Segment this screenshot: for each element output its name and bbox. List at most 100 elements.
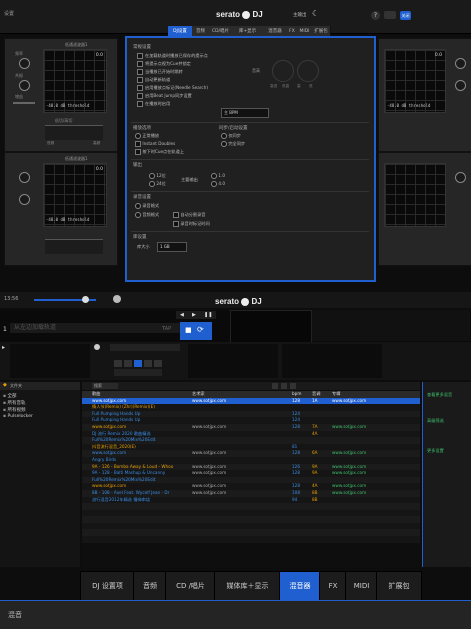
table-row[interactable]: Full%20Remix%20Mix%20Edit — [82, 437, 420, 444]
table-row[interactable]: Angry Birds — [82, 456, 420, 464]
view-icon[interactable] — [290, 383, 296, 389]
general-option[interactable]: 启用Beat Jump同步设置 — [137, 93, 192, 99]
general-option[interactable]: 在播放时启用 — [137, 101, 170, 107]
search-input[interactable]: 搜索 — [92, 383, 118, 389]
fx-knob[interactable] — [19, 172, 30, 183]
bottom-tab[interactable]: MIDI — [345, 571, 378, 601]
table-row[interactable]: DJ 流行 Remix 2020 歌曲精选 4A — [82, 430, 420, 438]
table-row[interactable]: www.sotjpx.com www.sotjpx.com 128 4A www.sot… — [82, 483, 420, 490]
loop-btn-active[interactable] — [134, 360, 142, 367]
bottom-tab[interactable]: 音频 — [133, 571, 167, 601]
loop-btn[interactable] — [114, 360, 122, 367]
lock-icon[interactable]: ■ — [185, 326, 192, 334]
volume-handle[interactable] — [82, 296, 89, 303]
bottom-tab[interactable]: CD /唱片 — [165, 571, 216, 601]
bottom-tab[interactable]: FX — [319, 571, 347, 601]
fx-range[interactable] — [45, 239, 103, 254]
checkbox[interactable] — [173, 212, 179, 218]
radio[interactable] — [211, 181, 217, 187]
view-icon[interactable] — [272, 383, 278, 389]
deck-title[interactable]: 从左边加载轨道 — [10, 323, 180, 333]
screen-icon[interactable] — [384, 11, 396, 19]
table-row[interactable]: Full Pumping Hands Up 124 — [82, 410, 420, 418]
column-header[interactable]: 歌曲 — [90, 391, 190, 398]
table-row[interactable]: 8B - 108 - Axel Feat. Wycelf Jean - Dr ww… — [82, 489, 420, 497]
general-option[interactable]: 将提示点视为Cue并锁定 — [137, 61, 191, 67]
table-row[interactable]: 9A - 126 - Bomba Away & Loud - Whoo www.s… — [82, 463, 420, 471]
radio[interactable] — [149, 173, 155, 179]
fx-knob[interactable] — [19, 58, 30, 69]
table-row[interactable]: 流行混音2012年精选 慢嗨串烧 94 8B — [82, 496, 420, 504]
fx-range[interactable] — [45, 125, 103, 140]
fx-knob[interactable] — [455, 58, 466, 69]
general-option[interactable]: 当播放已开始时跳转 — [137, 69, 183, 75]
table-row[interactable]: www.sotjpx.com www.sotjpx.com 128 1A www.sot… — [82, 397, 420, 405]
checkbox[interactable] — [137, 93, 143, 99]
pause-icon[interactable]: ❚❚ — [204, 312, 212, 318]
radio[interactable] — [135, 203, 141, 209]
fx-knob[interactable] — [455, 172, 466, 183]
play-icon[interactable]: ▶ — [192, 312, 196, 318]
checkbox[interactable] — [137, 61, 143, 67]
prev-icon[interactable]: ◀ — [180, 312, 184, 318]
radio[interactable] — [135, 133, 141, 139]
close-button[interactable]: 关闭 — [400, 11, 411, 20]
column-header[interactable]: 音调 — [310, 391, 330, 398]
option-select[interactable]: 主 BPM — [221, 108, 269, 118]
table-row[interactable]: 9A - 128 - Balti Mashup & Uncanny www.sot… — [82, 470, 420, 477]
checkbox[interactable] — [135, 149, 141, 155]
checkbox[interactable] — [137, 69, 143, 75]
radio[interactable] — [221, 133, 227, 139]
side-panel-item[interactable]: 查看更多混音 — [427, 392, 452, 398]
sidebar-item[interactable]: ▪ Pulselocker — [3, 414, 33, 419]
column-header[interactable]: 艺术家 — [190, 391, 290, 398]
checkbox[interactable] — [137, 53, 143, 59]
table-row[interactable]: Full%20Remix%20Mix%20Edit — [82, 476, 420, 484]
table-row[interactable]: www.sotjpx.com www.sotjpx.com 128 7A www.sot… — [82, 423, 420, 431]
loop-btn[interactable] — [144, 360, 152, 367]
view-icon[interactable] — [281, 383, 287, 389]
side-panel-item[interactable]: 更多设置 — [427, 448, 444, 454]
pitch-knob-2[interactable] — [297, 60, 319, 82]
table-row[interactable]: 情人节(Remix) (Zhr)(Remix)(E) — [82, 404, 420, 411]
sync-block[interactable]: ■ ⟳ — [180, 322, 212, 340]
tap-button[interactable]: TAP — [162, 326, 171, 332]
checkbox[interactable] — [137, 101, 143, 107]
checkbox[interactable] — [135, 141, 141, 147]
help-icon[interactable]: ? — [371, 11, 380, 20]
sidebar-item[interactable]: ▪ 全部 — [3, 393, 16, 399]
power-icon[interactable] — [113, 295, 121, 303]
column-header[interactable]: bpm — [290, 391, 310, 398]
fx-slider[interactable] — [13, 102, 35, 104]
radio[interactable] — [135, 212, 141, 218]
sidebar-item[interactable]: ▪ 所有音轨 — [3, 400, 25, 406]
crate-icon[interactable]: ◆ — [3, 382, 7, 388]
loop-btn[interactable] — [124, 360, 132, 367]
loop-btn[interactable] — [154, 360, 162, 367]
fx-knob[interactable] — [455, 80, 466, 91]
bottom-tab[interactable]: 混音器 — [279, 571, 321, 601]
cue-grid-mid[interactable] — [188, 344, 278, 378]
bottom-tab[interactable]: DJ 设置项 — [80, 571, 135, 601]
deck-icon[interactable]: ▸ — [2, 344, 5, 351]
radio[interactable] — [221, 141, 227, 147]
fx-knob[interactable] — [19, 80, 30, 91]
checkbox[interactable] — [137, 85, 143, 91]
fx-knob[interactable] — [19, 194, 30, 205]
loop-icon[interactable] — [94, 344, 100, 350]
table-row[interactable]: 抖音流行混音_2020(E) 81 — [82, 443, 420, 451]
general-option[interactable]: 自动更新轨道 — [137, 77, 170, 83]
library-size-select[interactable]: 1 GB — [157, 242, 187, 252]
refresh-icon[interactable]: ⟳ — [197, 325, 204, 334]
radio[interactable] — [211, 173, 217, 179]
table-row[interactable]: www.sotjpx.com www.sotjpx.com 128 6A www.sot… — [82, 450, 420, 457]
pitch-knob-1[interactable] — [272, 60, 294, 82]
table-row[interactable]: Full Pumping Hands Up 124 — [82, 417, 420, 424]
radio[interactable] — [149, 181, 155, 187]
general-option[interactable]: 在加载轨道时播放已保存的提示点 — [137, 53, 208, 59]
general-option[interactable]: 启用播放点标记(Needle Search) — [137, 85, 208, 91]
column-header[interactable]: 专辑 — [330, 391, 420, 398]
bottom-tab[interactable]: 媒体库＋显示 — [214, 571, 281, 601]
moon-icon[interactable]: ☾ — [312, 9, 319, 18]
loop-row[interactable] — [110, 344, 180, 351]
